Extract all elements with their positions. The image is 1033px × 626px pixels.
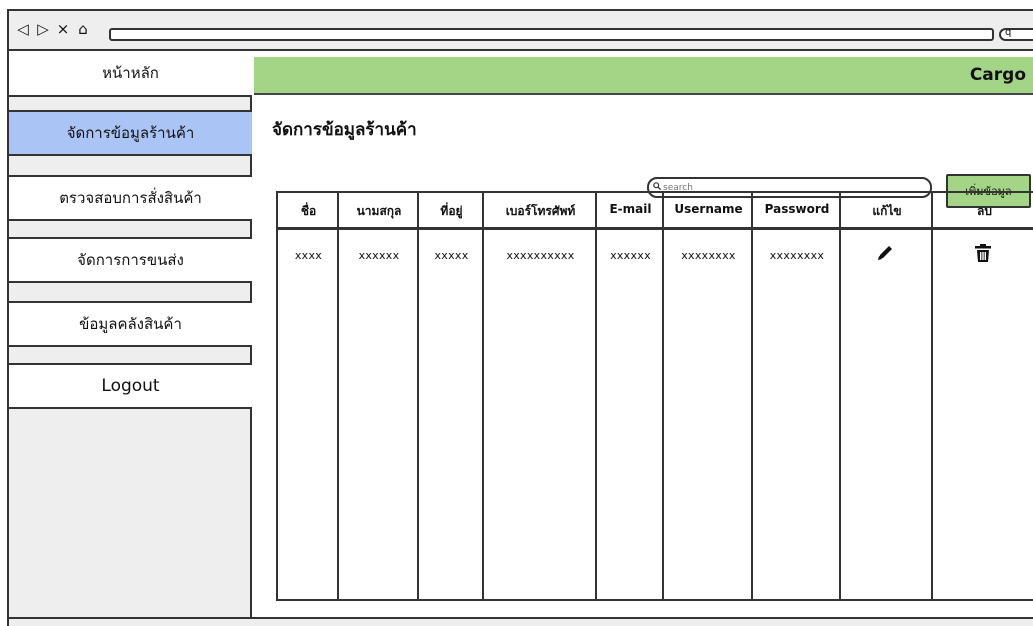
nav-controls: ◁ ▷ × ⌂ (15, 21, 91, 37)
column-header-delete: ลบ (977, 204, 992, 218)
sidebar-item-label: หน้าหลัก (102, 64, 159, 82)
brand-title: Cargo (969, 65, 1026, 85)
trash-icon[interactable] (974, 243, 994, 263)
table-cell-password: xxxxxxxx (769, 249, 825, 262)
sidebar-item-logout[interactable]: Logout (9, 363, 252, 409)
sidebar-item-label: ข้อมูลคลังสินค้า (79, 315, 182, 333)
sidebar-item-warehouse[interactable]: ข้อมูลคลังสินค้า (9, 301, 252, 347)
sidebar-item-check-orders[interactable]: ตรวจสอบการสั่งสินค้า (9, 175, 252, 221)
browser-window: ◁ ▷ × ⌂ q หน้าหลัก จัดการข้อมูลร้านค้า ต… (7, 9, 1033, 626)
browser-search-pill[interactable]: q (999, 27, 1033, 41)
data-table: ชื่อ นามสกุล ที่อยู่ เบอร์โทรศัพท์ E-mai… (276, 191, 1033, 601)
url-bar[interactable] (109, 28, 994, 41)
column-header-name: ชื่อ (300, 204, 317, 218)
status-bar (9, 617, 1033, 626)
table-cell-name: xxxx (294, 249, 323, 262)
sidebar-item-label: Logout (101, 376, 160, 396)
header-bar: Cargo (254, 57, 1033, 95)
pencil-icon[interactable] (875, 243, 895, 263)
column-header-edit: แก้ไข (872, 204, 902, 218)
column-header-phone: เบอร์โทรศัพท์ (505, 204, 576, 218)
column-header-password: Password (764, 202, 830, 216)
table-cell-address: xxxxx (434, 249, 469, 262)
sidebar: หน้าหลัก จัดการข้อมูลร้านค้า ตรวจสอบการส… (9, 51, 252, 626)
page-title: จัดการข้อมูลร้านค้า (272, 120, 417, 140)
search-icon: q (1005, 27, 1012, 38)
column-header-email: E-mail (609, 202, 652, 216)
sidebar-item-label: จัดการการขนส่ง (77, 251, 184, 269)
sidebar-item-label: จัดการข้อมูลร้านค้า (66, 124, 195, 142)
browser-toolbar: ◁ ▷ × ⌂ q (9, 11, 1033, 51)
table-cell-phone: xxxxxxxxxx (506, 249, 575, 262)
sidebar-item-manage-shop[interactable]: จัดการข้อมูลร้านค้า (9, 110, 252, 156)
table-cell-username: xxxxxxxx (681, 249, 736, 262)
column-header-surname: นามสกุล (356, 204, 402, 218)
column-header-username: Username (674, 202, 743, 216)
sidebar-item-home[interactable]: หน้าหลัก (9, 51, 252, 97)
table-cell-surname: xxxxxx (358, 249, 400, 262)
sidebar-item-shipping[interactable]: จัดการการขนส่ง (9, 237, 252, 283)
table-cell-email: xxxxxx (610, 249, 651, 262)
sidebar-item-label: ตรวจสอบการสั่งสินค้า (59, 189, 202, 207)
home-icon[interactable]: ⌂ (75, 21, 91, 37)
forward-icon[interactable]: ▷ (35, 21, 51, 37)
close-icon[interactable]: × (55, 21, 71, 37)
back-icon[interactable]: ◁ (15, 21, 31, 37)
main-content: Cargo จัดการข้อมูลร้านค้า เพิ่มข้อมูล ชื… (254, 51, 1033, 626)
column-header-address: ที่อยู่ (440, 204, 463, 218)
